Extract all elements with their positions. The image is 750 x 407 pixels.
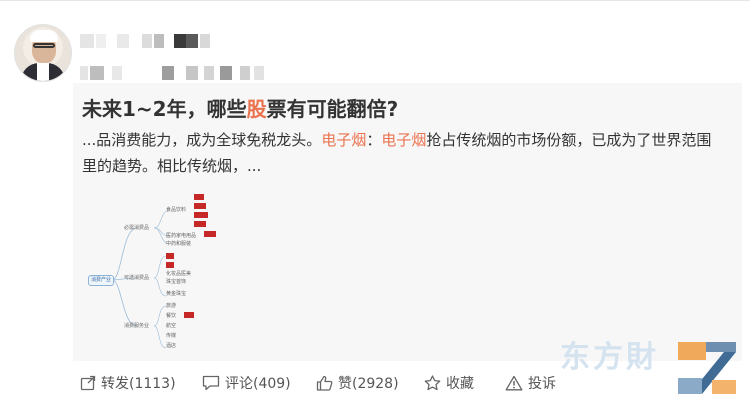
mindmap-branch: 可选消费品 [124, 275, 150, 281]
comment-label: 评论(409) [225, 376, 291, 392]
like-label: 赞(2928) [338, 376, 399, 392]
excerpt-text: ...品消费能力，成为全球免税龙头。 [82, 131, 322, 149]
like-icon [316, 375, 333, 391]
mindmap-leaf: 餐饮 [166, 313, 177, 319]
title-text-tail: 票有可能翻倍? [266, 97, 399, 121]
mindmap-leaf: 珠宝首饰 [166, 279, 187, 285]
title-keyword[interactable]: 股 [247, 97, 267, 121]
comment-button[interactable]: 评论(409) [202, 365, 291, 401]
report-label: 投诉 [528, 376, 556, 392]
mindmap-leaf: 中药和服装 [166, 241, 192, 247]
mindmap-branch: 消费服务业 [124, 323, 150, 329]
article-title[interactable]: 未来1~2年，哪些股票有可能翻倍? [82, 93, 398, 122]
mindmap-red-tag [204, 231, 216, 237]
repost-label: 转发(1113) [101, 376, 176, 392]
mindmap-root-label: 消费产业 [91, 277, 112, 283]
favorite-label: 收藏 [446, 376, 474, 392]
favorite-icon [424, 375, 441, 391]
report-icon [505, 375, 523, 391]
comment-icon [202, 375, 220, 391]
article-excerpt: ...品消费能力，成为全球免税龙头。电子烟：电子烟抢占传统烟的市场份额，已成为了… [82, 127, 722, 179]
mindmap-red-tag [184, 312, 194, 318]
mindmap-leaf: 医药家电用品 [166, 233, 197, 239]
report-button[interactable]: 投诉 [505, 365, 556, 401]
mindmap-red-tag [166, 253, 174, 259]
title-text: 未来1~2年，哪些 [82, 97, 247, 121]
mindmap-leaf: 传媒 [166, 333, 177, 339]
repost-button[interactable]: 转发(1113) [80, 365, 176, 401]
mindmap-red-tag [166, 262, 174, 268]
favorite-button[interactable]: 收藏 [424, 365, 474, 401]
mindmap-thumbnail[interactable]: 消费产业 必需消费品 可选消费品 消费服务业 食品饮料 医药家电用品 中药和服装… [82, 190, 232, 360]
mindmap-red-tag [194, 221, 206, 227]
top-divider [0, 0, 750, 1]
excerpt-keyword-2[interactable]: 电子烟 [381, 131, 426, 149]
excerpt-keyword-1[interactable]: 电子烟 [321, 131, 366, 149]
avatar[interactable] [14, 24, 72, 82]
mindmap-branch: 必需消费品 [124, 225, 150, 231]
mindmap-leaf: 航空 [166, 323, 177, 329]
mindmap-red-tag [194, 194, 204, 200]
mindmap-leaf: 食品饮料 [166, 207, 187, 213]
mindmap-leaf: 化妆品医美 [166, 271, 192, 277]
excerpt-colon: ： [366, 131, 382, 149]
mindmap-red-tag [194, 203, 206, 209]
mindmap-leaf: 旅游 [166, 303, 177, 309]
repost-icon [80, 375, 96, 391]
mindmap-leaf: 酒店 [166, 343, 177, 349]
like-button[interactable]: 赞(2928) [316, 365, 399, 401]
action-bar: 转发(1113) 评论(409) 赞(2928) 收藏 投诉 [0, 365, 750, 401]
mindmap-red-tag [194, 212, 208, 218]
mindmap-leaf: 黄金珠宝 [166, 291, 187, 297]
